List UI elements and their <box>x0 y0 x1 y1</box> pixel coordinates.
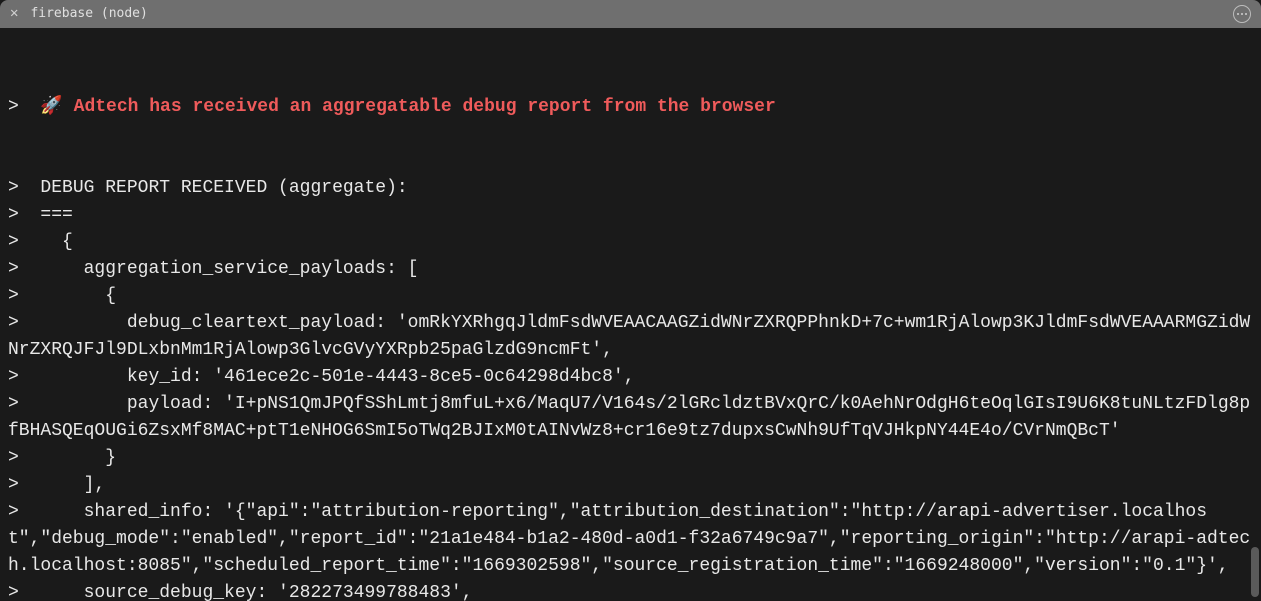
terminal-line: > { <box>8 229 1253 256</box>
terminal-line: > } <box>8 445 1253 472</box>
terminal-line: > === <box>8 202 1253 229</box>
terminal-text: shared_info: '{"api":"attribution-report… <box>8 502 1250 576</box>
title-message: Adtech has received an aggregatable debu… <box>63 97 776 117</box>
lines-container: > DEBUG REPORT RECEIVED (aggregate):> ==… <box>8 175 1253 601</box>
prompt: > <box>8 313 19 333</box>
terminal-line: > aggregation_service_payloads: [ <box>8 256 1253 283</box>
prompt: > <box>8 286 19 306</box>
terminal-line: > DEBUG REPORT RECEIVED (aggregate): <box>8 175 1253 202</box>
prompt: > <box>8 232 19 252</box>
terminal-line: > source_debug_key: '282273499788483', <box>8 580 1253 601</box>
terminal-text: key_id: '461ece2c-501e-4443-8ce5-0c64298… <box>40 367 634 387</box>
more-options-icon[interactable] <box>1233 5 1251 23</box>
prompt: > <box>8 394 19 414</box>
prompt: > <box>8 178 19 198</box>
rocket-icon: 🚀 <box>40 97 62 117</box>
terminal-line: > { <box>8 283 1253 310</box>
terminal-text: aggregation_service_payloads: [ <box>40 259 418 279</box>
close-tab-icon[interactable]: ✕ <box>10 7 18 21</box>
terminal-text: === <box>40 205 72 225</box>
prompt: > <box>8 205 19 225</box>
prompt: > <box>8 259 19 279</box>
terminal-text: source_debug_key: '282273499788483', <box>40 583 472 601</box>
prompt: > <box>8 583 19 601</box>
prompt: > <box>8 475 19 495</box>
terminal-text: { <box>40 286 116 306</box>
terminal-text: debug_cleartext_payload: 'omRkYXRhgqJldm… <box>8 313 1250 360</box>
terminal-text: ], <box>40 475 105 495</box>
tab-title: firebase (node) <box>30 4 147 24</box>
terminal-line: > key_id: '461ece2c-501e-4443-8ce5-0c642… <box>8 364 1253 391</box>
terminal-text: DEBUG REPORT RECEIVED (aggregate): <box>40 178 407 198</box>
terminal-text: payload: 'I+pNS1QmJPQfSShLmtj8mfuL+x6/Ma… <box>8 394 1250 441</box>
terminal-output: > 🚀 Adtech has received an aggregatable … <box>0 28 1261 601</box>
tab-bar: ✕ firebase (node) <box>0 0 1261 28</box>
scrollbar-track[interactable] <box>1251 28 1259 601</box>
prompt: > <box>8 97 19 117</box>
terminal-line: > 🚀 Adtech has received an aggregatable … <box>8 94 1253 121</box>
terminal-text: } <box>40 448 116 468</box>
tab-left-group: ✕ firebase (node) <box>10 4 148 24</box>
prompt: > <box>8 502 19 522</box>
prompt: > <box>8 448 19 468</box>
terminal-line: > payload: 'I+pNS1QmJPQfSShLmtj8mfuL+x6/… <box>8 391 1253 445</box>
scrollbar-thumb[interactable] <box>1251 547 1259 597</box>
prompt: > <box>8 367 19 387</box>
terminal-line: > debug_cleartext_payload: 'omRkYXRhgqJl… <box>8 310 1253 364</box>
terminal-line: > ], <box>8 472 1253 499</box>
terminal-line: > shared_info: '{"api":"attribution-repo… <box>8 499 1253 580</box>
terminal-text: { <box>40 232 72 252</box>
